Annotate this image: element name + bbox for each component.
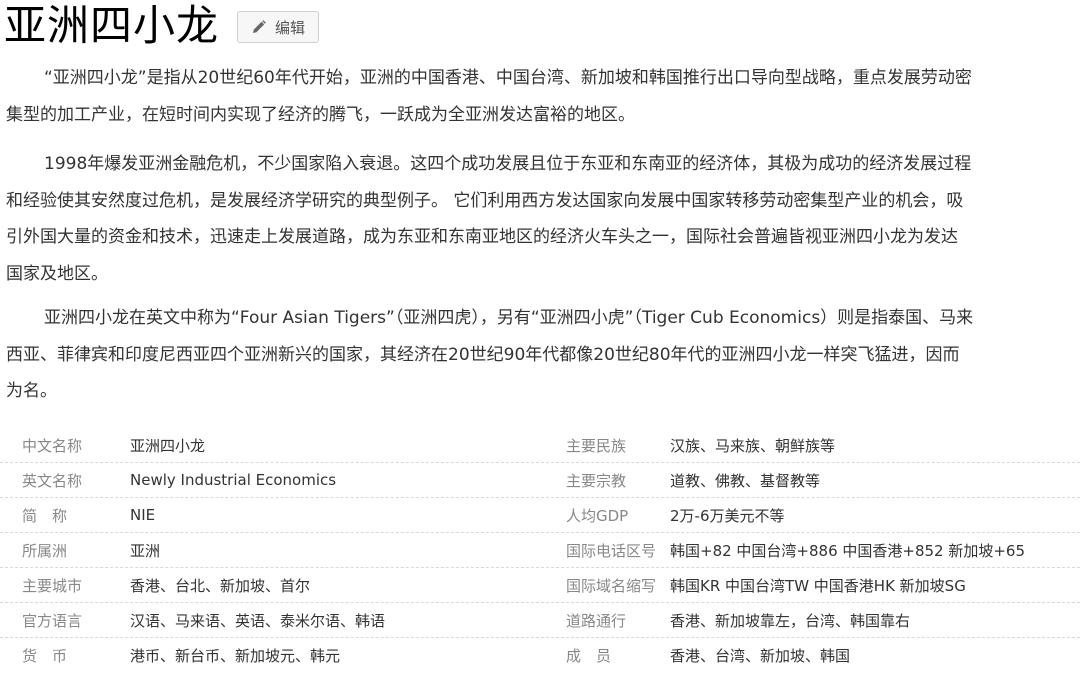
infobox-value: NIE bbox=[130, 506, 156, 524]
infobox-label: 道路通行 bbox=[566, 611, 627, 630]
infobox-value: 亚洲四小龙 bbox=[130, 436, 206, 455]
paragraph-line: “亚洲四小龙”是指从20世纪60年代开始，亚洲的中国香港、中国台湾、新加坡和韩国… bbox=[44, 68, 972, 88]
paragraph-line: 西亚、菲律宾和印度尼西亚四个亚洲新兴的国家，其经济在20世纪90年代都像20世纪… bbox=[6, 344, 960, 365]
infobox-value: Newly Industrial Economics bbox=[130, 471, 337, 489]
paragraph-crisis: 1998年爆发亚洲金融危机，不少国家陷入衰退。这四个成功发展且位于东亚和东南亚的… bbox=[6, 146, 1080, 292]
infobox-value: 亚洲 bbox=[130, 541, 161, 560]
infobox-value: 汉族、马来族、朝鲜族等 bbox=[670, 436, 836, 455]
infobox-row: 简 称 NIE 人均GDP 2万-6万美元不等 bbox=[0, 498, 1080, 533]
title-row: 亚洲四小龙 编辑 bbox=[4, 0, 320, 52]
paragraph-line: 为名。 bbox=[6, 381, 57, 401]
infobox: 中文名称 亚洲四小龙 主要民族 汉族、马来族、朝鲜族等 英文名称 Newly I… bbox=[0, 428, 1080, 673]
infobox-label: 主要城市 bbox=[22, 576, 83, 595]
infobox-label: 人均GDP bbox=[566, 506, 629, 525]
infobox-label: 所属洲 bbox=[22, 541, 68, 560]
infobox-label: 英文名称 bbox=[22, 471, 83, 490]
infobox-row: 主要城市 香港、台北、新加坡、首尔 国际域名缩写 韩国KR 中国台湾TW 中国香… bbox=[0, 568, 1080, 603]
infobox-label: 官方语言 bbox=[22, 611, 83, 630]
edit-button[interactable]: 编辑 bbox=[237, 11, 320, 43]
infobox-label: 简 称 bbox=[22, 506, 68, 525]
infobox-value: 韩国KR 中国台湾TW 中国香港HK 新加坡SG bbox=[670, 576, 966, 595]
infobox-row: 官方语言 汉语、马来语、英语、泰米尔语、韩语 道路通行 香港、新加坡靠左，台湾、… bbox=[0, 603, 1080, 638]
infobox-value: 香港、新加坡靠左，台湾、韩国靠右 bbox=[670, 611, 911, 630]
infobox-row: 英文名称 Newly Industrial Economics 主要宗教 道教、… bbox=[0, 463, 1080, 498]
infobox-row: 所属洲 亚洲 国际电话区号 韩国+82 中国台湾+886 中国香港+852 新加… bbox=[0, 533, 1080, 568]
paragraph-line: 1998年爆发亚洲金融危机，不少国家陷入衰退。这四个成功发展且位于东亚和东南亚的… bbox=[44, 154, 972, 174]
infobox-label: 主要宗教 bbox=[566, 471, 627, 490]
paragraph-intro: “亚洲四小龙”是指从20世纪60年代开始，亚洲的中国香港、中国台湾、新加坡和韩国… bbox=[6, 60, 1080, 133]
infobox-label: 中文名称 bbox=[22, 436, 83, 455]
infobox-value: 韩国+82 中国台湾+886 中国香港+852 新加坡+65 bbox=[670, 541, 1026, 560]
paragraph-line: 引外国大量的资金和技术，迅速走上发展道路，成为东亚和东南亚地区的经济火车头之一，… bbox=[6, 227, 958, 247]
paragraph-english-name: 亚洲四小龙在英文中称为“Four Asian Tigers”（亚洲四虎），另有“… bbox=[6, 300, 1080, 410]
infobox-label: 国际电话区号 bbox=[566, 541, 657, 560]
pencil-icon bbox=[253, 20, 266, 33]
infobox-value: 道教、佛教、基督教等 bbox=[670, 471, 821, 490]
paragraph-line: 国家及地区。 bbox=[6, 263, 108, 284]
infobox-label: 国际域名缩写 bbox=[566, 576, 657, 595]
page-title: 亚洲四小龙 bbox=[4, 1, 220, 50]
paragraph-line: 集型的加工产业，在短时间内实现了经济的腾飞，一跃成为全亚洲发达富裕的地区。 bbox=[6, 104, 635, 125]
infobox-label: 主要民族 bbox=[566, 436, 627, 455]
paragraph-line: 和经验使其安然度过危机，是发展经济学研究的典型例子。 它们利用西方发达国家向发展… bbox=[6, 190, 964, 211]
infobox-value: 2万-6万美元不等 bbox=[670, 506, 785, 525]
infobox-value: 香港、台北、新加坡、首尔 bbox=[130, 576, 311, 595]
paragraph-line: 亚洲四小龙在英文中称为“Four Asian Tigers”（亚洲四虎），另有“… bbox=[44, 308, 974, 328]
edit-button-label: 编辑 bbox=[275, 18, 306, 37]
infobox-row: 中文名称 亚洲四小龙 主要民族 汉族、马来族、朝鲜族等 bbox=[0, 428, 1080, 463]
infobox-value: 汉语、马来语、英语、泰米尔语、韩语 bbox=[130, 611, 386, 630]
